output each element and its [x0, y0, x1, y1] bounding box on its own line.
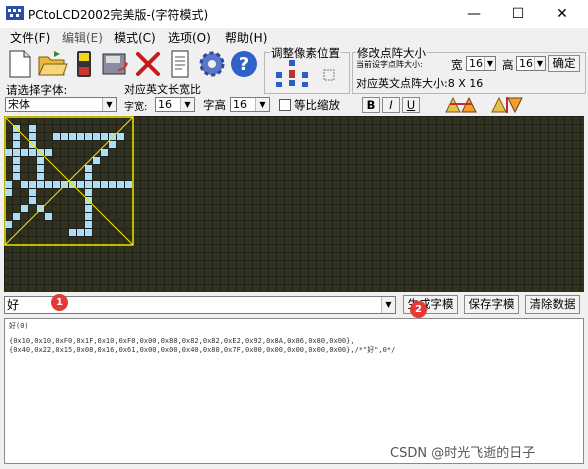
english-size-label: 对应英文点阵大小:8 X 16 [356, 77, 484, 90]
chevron-down-icon: ▼ [102, 98, 116, 111]
output-line-3: {0x40,0x22,0x15,0x08,0x16,0x61,0x00,0x00… [9, 346, 396, 354]
matrix-width-label: 宽 [451, 58, 463, 72]
char-height-select[interactable]: 16 ▼ [230, 97, 270, 112]
maximize-button[interactable]: ☐ [496, 0, 540, 28]
menu-help[interactable]: 帮助(H) [225, 29, 267, 46]
confirm-size-button[interactable]: 确定 [548, 55, 580, 72]
output-line-2: {0x10,0x10,0xF0,0x1F,0x10,0xF0,0x00,0x80… [9, 337, 355, 345]
help-icon[interactable]: ? [228, 48, 260, 80]
window-title: PCtoLCD2002完美版-(字符模式) [28, 8, 209, 22]
clear-button[interactable]: 清除数据 [525, 295, 580, 314]
bold-button[interactable]: B [362, 97, 380, 113]
save-button[interactable]: 保存字模 [464, 295, 519, 314]
proportional-checkbox[interactable] [279, 99, 291, 111]
pixel-shift-arrows-icon[interactable] [272, 58, 342, 88]
char-width-select[interactable]: 16 ▼ [155, 97, 195, 112]
menu-bar: 文件(F) 编辑(E) 模式(C) 选项(O) 帮助(H) [0, 28, 588, 46]
char-height-label: 字高 [203, 98, 226, 112]
settings-gear-icon[interactable] [196, 48, 228, 80]
rotate-icon[interactable] [444, 96, 478, 114]
select-font-label: 请选择字体: [6, 83, 68, 97]
app-icon [6, 6, 24, 20]
font-select[interactable]: 宋体 ▼ [5, 97, 117, 112]
new-file-icon[interactable] [4, 48, 36, 80]
menu-file[interactable]: 文件(F) [10, 29, 50, 46]
delete-icon[interactable] [132, 48, 164, 80]
current-size-label: 当前设字点阵大小: [356, 60, 423, 69]
watermark: CSDN @时光飞逝的日子 [390, 446, 536, 461]
proportional-label: 等比缩放 [294, 98, 340, 112]
close-button[interactable]: ✕ [540, 0, 584, 28]
english-ratio-label: 对应英文长宽比 [124, 83, 201, 96]
dot-matrix-canvas[interactable] [4, 116, 584, 292]
char-height-value: 16 [233, 98, 247, 111]
chevron-down-icon: ▼ [484, 57, 495, 70]
title-bar: PCtoLCD2002完美版-(字符模式) — ☐ ✕ [0, 0, 588, 28]
toolbar: ? [0, 46, 262, 84]
save-as-icon[interactable] [100, 48, 132, 80]
char-width-value: 16 [158, 98, 172, 111]
chevron-down-icon: ▼ [180, 98, 194, 111]
matrix-width-value: 16 [469, 57, 483, 70]
menu-mode[interactable]: 模式(C) [114, 29, 156, 46]
matrix-height-select[interactable]: 16 ▼ [516, 56, 546, 71]
open-folder-icon[interactable] [36, 48, 68, 80]
menu-edit[interactable]: 编辑(E) [62, 29, 103, 46]
char-width-label: 字宽: [124, 102, 148, 113]
chevron-down-icon: ▼ [255, 98, 269, 111]
matrix-height-label: 高 [502, 58, 514, 72]
minimize-button[interactable]: — [452, 0, 496, 28]
annotation-badge-2: 2 [410, 301, 427, 318]
mirror-icon[interactable] [490, 96, 524, 114]
chevron-down-icon: ▼ [534, 57, 545, 70]
underline-button[interactable]: U [402, 97, 420, 113]
annotation-badge-1: 1 [51, 294, 68, 311]
menu-options[interactable]: 选项(O) [168, 29, 211, 46]
svg-text:?: ? [239, 54, 249, 75]
italic-button[interactable]: I [382, 97, 400, 113]
output-line-1: 好(0) [9, 322, 29, 330]
notepad-icon[interactable] [164, 48, 196, 80]
text-input-value: 好 [7, 298, 20, 312]
selection-box [4, 116, 134, 246]
font-select-value: 宋体 [8, 98, 30, 111]
save-icon[interactable] [68, 48, 100, 80]
matrix-width-select[interactable]: 16 ▼ [466, 56, 496, 71]
chevron-down-icon: ▼ [381, 297, 395, 313]
matrix-height-value: 16 [519, 57, 533, 70]
